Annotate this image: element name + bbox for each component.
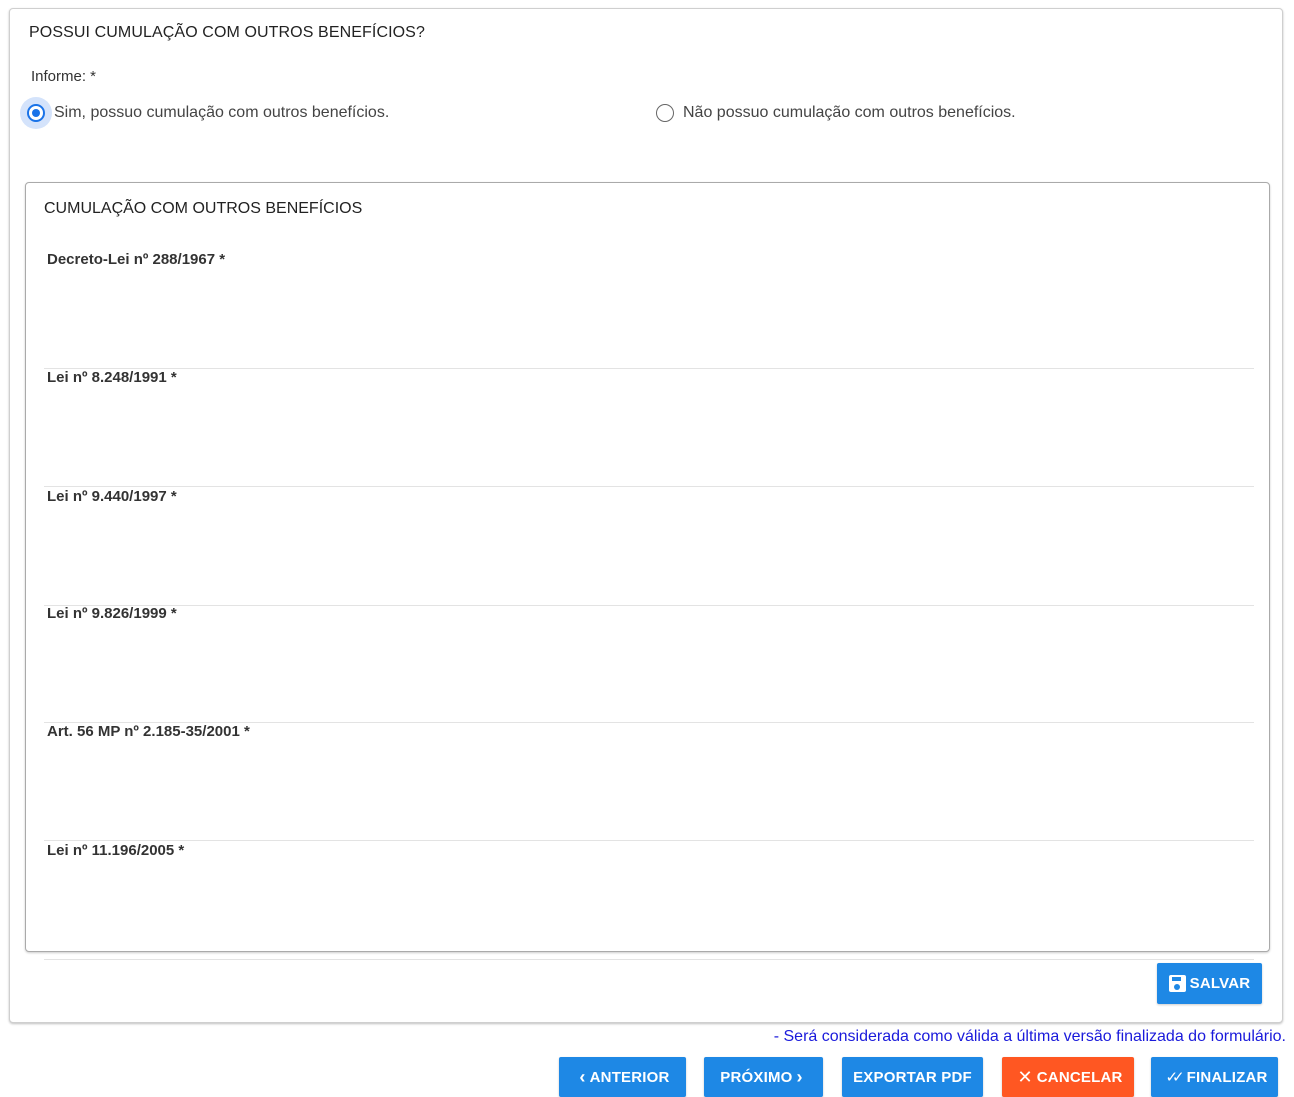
law-input[interactable] bbox=[44, 633, 1248, 661]
field-label: Lei nº 9.440/1997 * bbox=[47, 488, 177, 505]
cancel-label: CANCELAR bbox=[1036, 1068, 1123, 1086]
radio-option-nao[interactable]: Não possuo cumulação com outros benefíci… bbox=[649, 97, 1016, 129]
chevron-left-icon: ‹ bbox=[579, 1067, 586, 1087]
radio-checked-icon[interactable] bbox=[27, 104, 45, 122]
cumulacao-card: CUMULAÇÃO COM OUTROS BENEFÍCIOS Decreto-… bbox=[25, 182, 1270, 960]
save-label: SALVAR bbox=[1189, 975, 1251, 992]
field-label: Art. 56 MP nº 2.185-35/2001 * bbox=[47, 723, 250, 740]
radio-halo bbox=[20, 97, 52, 129]
next-label: PRÓXIMO bbox=[720, 1068, 793, 1086]
export-pdf-button[interactable]: EXPORTAR PDF bbox=[842, 1057, 983, 1097]
law-input[interactable] bbox=[44, 279, 1248, 307]
law-input[interactable] bbox=[44, 870, 1248, 898]
field-label: Lei nº 11.196/2005 * bbox=[47, 842, 185, 859]
radio-unchecked-icon[interactable] bbox=[656, 104, 674, 122]
previous-button[interactable]: ‹ ANTERIOR bbox=[559, 1057, 686, 1097]
law-field-decreto-288-1967: Decreto-Lei nº 288/1967 * bbox=[44, 251, 1254, 369]
question-title: POSSUI CUMULAÇÃO COM OUTROS BENEFÍCIOS? bbox=[29, 24, 425, 41]
law-input[interactable] bbox=[44, 516, 1248, 544]
save-button[interactable]: SALVAR bbox=[1157, 963, 1262, 1004]
field-label: Decreto-Lei nº 288/1967 * bbox=[47, 251, 226, 268]
form-card: POSSUI CUMULAÇÃO COM OUTROS BENEFÍCIOS? … bbox=[9, 8, 1283, 1023]
finalize-notice: - Será considerada como válida a última … bbox=[773, 1028, 1286, 1045]
law-field-lei-9826-1999: Lei nº 9.826/1999 * bbox=[44, 605, 1254, 723]
law-input[interactable] bbox=[44, 397, 1248, 425]
chevron-right-icon: › bbox=[796, 1067, 803, 1087]
law-field-lei-9440-1997: Lei nº 9.440/1997 * bbox=[44, 488, 1254, 606]
radio-label-nao: Não possuo cumulação com outros benefíci… bbox=[683, 104, 1016, 121]
next-button[interactable]: PRÓXIMO › bbox=[704, 1057, 823, 1097]
field-label: Lei nº 8.248/1991 * bbox=[47, 369, 177, 386]
law-field-mp-2185-35-2001: Art. 56 MP nº 2.185-35/2001 * bbox=[44, 723, 1254, 841]
cumulacao-title: CUMULAÇÃO COM OUTROS BENEFÍCIOS bbox=[44, 200, 363, 217]
radio-option-sim[interactable]: Sim, possuo cumulação com outros benefíc… bbox=[20, 97, 389, 129]
finish-button[interactable]: ✓✓ FINALIZAR bbox=[1151, 1057, 1278, 1097]
informe-label: Informe: * bbox=[31, 68, 97, 85]
close-icon: ✕ bbox=[1017, 1067, 1033, 1087]
radio-halo bbox=[649, 97, 681, 129]
cancel-button[interactable]: ✕ CANCELAR bbox=[1002, 1057, 1134, 1097]
export-label: EXPORTAR PDF bbox=[853, 1068, 972, 1086]
finish-label: FINALIZAR bbox=[1186, 1068, 1268, 1086]
field-label: Lei nº 9.826/1999 * bbox=[47, 605, 177, 622]
save-icon bbox=[1168, 975, 1186, 992]
radio-label-sim: Sim, possuo cumulação com outros benefíc… bbox=[54, 104, 390, 121]
double-check-icon: ✓✓ bbox=[1165, 1068, 1184, 1086]
law-field-lei-11196-2005: Lei nº 11.196/2005 * bbox=[44, 842, 1254, 960]
law-field-lei-8248-1991: Lei nº 8.248/1991 * bbox=[44, 369, 1254, 487]
law-input[interactable] bbox=[44, 751, 1248, 779]
previous-label: ANTERIOR bbox=[589, 1068, 670, 1086]
